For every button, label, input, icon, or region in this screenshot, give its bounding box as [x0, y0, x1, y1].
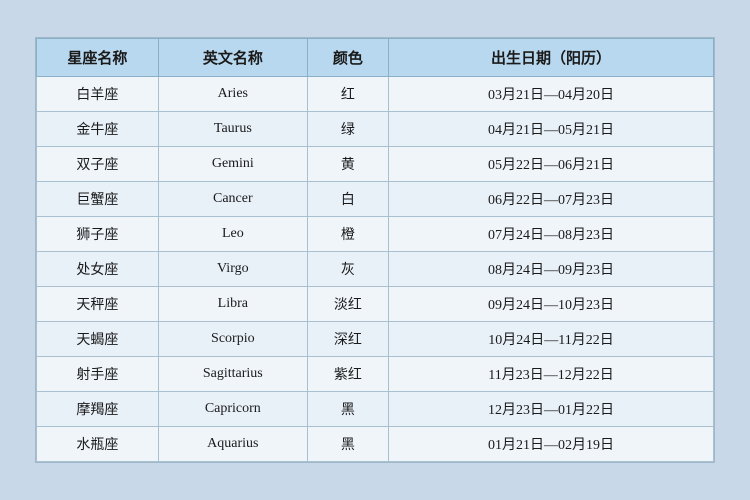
cell-chinese: 天蝎座 [37, 322, 159, 357]
table-row: 天蝎座Scorpio深红10月24日—11月22日 [37, 322, 714, 357]
table-body: 白羊座Aries红03月21日—04月20日金牛座Taurus绿04月21日—0… [37, 77, 714, 462]
zodiac-table-container: 星座名称 英文名称 颜色 出生日期（阳历） 白羊座Aries红03月21日—04… [35, 37, 715, 463]
table-row: 狮子座Leo橙07月24日—08月23日 [37, 217, 714, 252]
cell-date: 05月22日—06月21日 [389, 147, 714, 182]
table-row: 摩羯座Capricorn黑12月23日—01月22日 [37, 392, 714, 427]
header-chinese: 星座名称 [37, 39, 159, 77]
cell-english: Leo [158, 217, 307, 252]
header-date: 出生日期（阳历） [389, 39, 714, 77]
cell-chinese: 金牛座 [37, 112, 159, 147]
table-row: 水瓶座Aquarius黑01月21日—02月19日 [37, 427, 714, 462]
cell-english: Capricorn [158, 392, 307, 427]
cell-color: 深红 [307, 322, 388, 357]
cell-color: 绿 [307, 112, 388, 147]
table-row: 处女座Virgo灰08月24日—09月23日 [37, 252, 714, 287]
cell-english: Aries [158, 77, 307, 112]
cell-date: 11月23日—12月22日 [389, 357, 714, 392]
cell-chinese: 天秤座 [37, 287, 159, 322]
cell-chinese: 水瓶座 [37, 427, 159, 462]
cell-chinese: 处女座 [37, 252, 159, 287]
cell-chinese: 狮子座 [37, 217, 159, 252]
table-row: 射手座Sagittarius紫红11月23日—12月22日 [37, 357, 714, 392]
cell-date: 04月21日—05月21日 [389, 112, 714, 147]
cell-color: 黄 [307, 147, 388, 182]
table-header-row: 星座名称 英文名称 颜色 出生日期（阳历） [37, 39, 714, 77]
cell-date: 06月22日—07月23日 [389, 182, 714, 217]
cell-color: 黑 [307, 427, 388, 462]
table-row: 天秤座Libra淡红09月24日—10月23日 [37, 287, 714, 322]
cell-chinese: 白羊座 [37, 77, 159, 112]
cell-color: 橙 [307, 217, 388, 252]
cell-color: 红 [307, 77, 388, 112]
cell-english: Virgo [158, 252, 307, 287]
cell-chinese: 摩羯座 [37, 392, 159, 427]
table-row: 白羊座Aries红03月21日—04月20日 [37, 77, 714, 112]
cell-english: Libra [158, 287, 307, 322]
cell-chinese: 巨蟹座 [37, 182, 159, 217]
zodiac-table: 星座名称 英文名称 颜色 出生日期（阳历） 白羊座Aries红03月21日—04… [36, 38, 714, 462]
cell-color: 紫红 [307, 357, 388, 392]
cell-english: Taurus [158, 112, 307, 147]
cell-english: Cancer [158, 182, 307, 217]
cell-date: 07月24日—08月23日 [389, 217, 714, 252]
cell-english: Scorpio [158, 322, 307, 357]
cell-english: Aquarius [158, 427, 307, 462]
cell-date: 12月23日—01月22日 [389, 392, 714, 427]
cell-date: 09月24日—10月23日 [389, 287, 714, 322]
cell-color: 白 [307, 182, 388, 217]
header-color: 颜色 [307, 39, 388, 77]
cell-english: Gemini [158, 147, 307, 182]
cell-color: 灰 [307, 252, 388, 287]
cell-chinese: 射手座 [37, 357, 159, 392]
cell-color: 黑 [307, 392, 388, 427]
cell-date: 08月24日—09月23日 [389, 252, 714, 287]
header-english: 英文名称 [158, 39, 307, 77]
table-row: 双子座Gemini黄05月22日—06月21日 [37, 147, 714, 182]
table-row: 巨蟹座Cancer白06月22日—07月23日 [37, 182, 714, 217]
cell-english: Sagittarius [158, 357, 307, 392]
cell-date: 10月24日—11月22日 [389, 322, 714, 357]
table-row: 金牛座Taurus绿04月21日—05月21日 [37, 112, 714, 147]
cell-date: 03月21日—04月20日 [389, 77, 714, 112]
cell-date: 01月21日—02月19日 [389, 427, 714, 462]
cell-color: 淡红 [307, 287, 388, 322]
cell-chinese: 双子座 [37, 147, 159, 182]
